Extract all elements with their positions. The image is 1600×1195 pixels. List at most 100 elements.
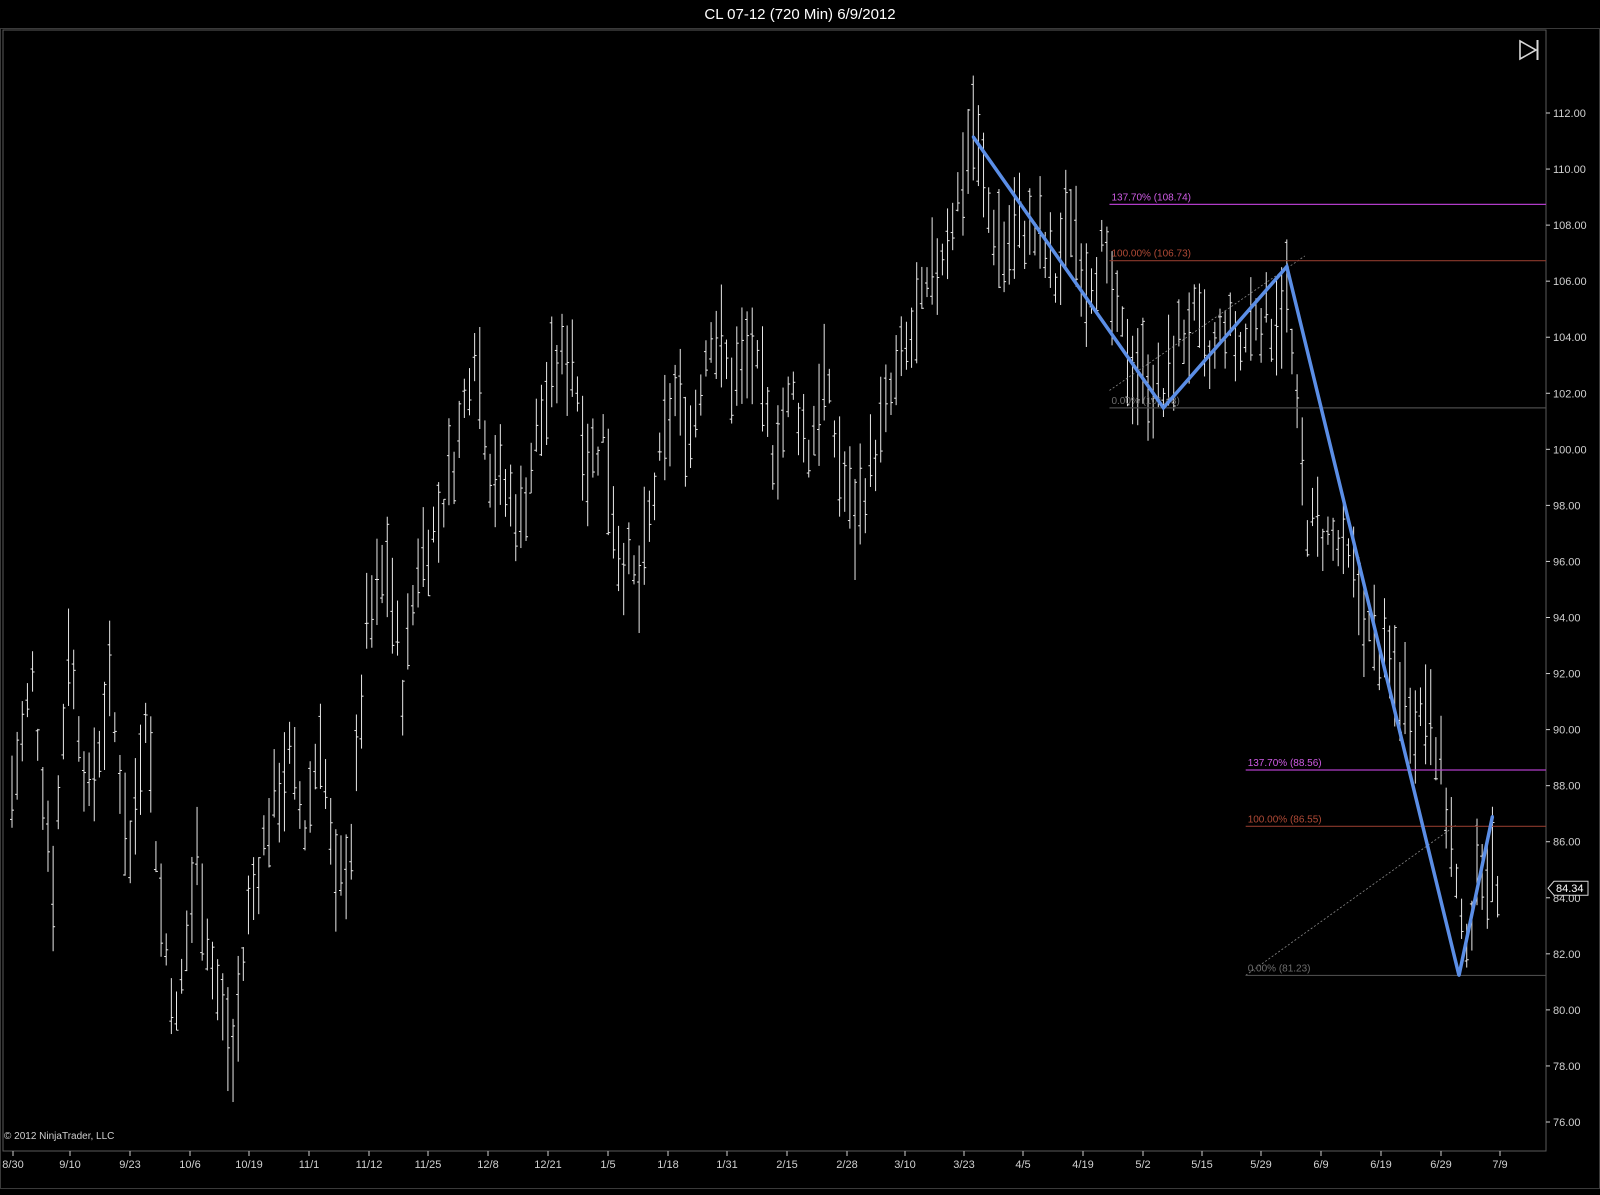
ohlc-bar <box>374 538 379 626</box>
ohlc-bar <box>811 405 816 456</box>
ohlc-bar <box>667 383 672 467</box>
fib-level-label: 0.00% (81.23) <box>1248 963 1311 974</box>
zigzag-pivot[interactable] <box>1457 973 1461 977</box>
ohlc-bar <box>128 820 133 884</box>
ohlc-bar <box>195 806 200 886</box>
ohlc-bar <box>462 378 467 418</box>
time-axis-label: 12/8 <box>477 1159 498 1171</box>
ohlc-bar <box>554 344 559 404</box>
price-bars <box>10 75 1500 1103</box>
ohlc-bar <box>164 933 169 966</box>
copyright-notice: © 2012 NinjaTrader, LLC <box>4 1131 115 1142</box>
ohlc-bar <box>596 446 601 476</box>
ohlc-bar <box>1361 585 1366 678</box>
ohlc-bar <box>498 424 503 505</box>
ohlc-bar <box>924 267 929 298</box>
time-axis-label: 12/21 <box>534 1159 562 1171</box>
time-axis-label: 1/31 <box>716 1159 737 1171</box>
ohlc-bar <box>390 557 395 654</box>
time-axis-label: 3/10 <box>894 1159 915 1171</box>
time-axis-label: 2/28 <box>836 1159 857 1171</box>
ohlc-bar <box>1284 239 1289 333</box>
ohlc-bar <box>883 364 888 433</box>
fib-level-label: 137.70% (108.74) <box>1111 192 1191 203</box>
ohlc-bar <box>313 743 318 790</box>
ohlc-bar <box>87 752 92 807</box>
zigzag-pivot[interactable] <box>1161 406 1165 410</box>
ohlc-bar <box>791 371 796 400</box>
ohlc-bar <box>1269 318 1274 362</box>
ohlc-bar <box>930 217 935 305</box>
ohlc-bar <box>960 132 965 236</box>
time-axis-label: 5/15 <box>1191 1159 1212 1171</box>
ohlc-bar <box>560 313 565 375</box>
ohlc-bar <box>148 716 153 813</box>
ohlc-bar <box>606 428 611 536</box>
ohlc-bar <box>971 75 976 181</box>
ohlc-bar <box>92 727 97 822</box>
time-axis[interactable]: 8/30 9/10 9/23 10/6 10/19 11/1 11/12 11/25 12/8 1… <box>2 1150 1546 1171</box>
ohlc-bar <box>272 749 277 818</box>
ohlc-bar <box>477 326 482 430</box>
ohlc-bar <box>544 361 549 445</box>
ohlc-bar <box>858 443 863 545</box>
time-axis-label: 11/25 <box>415 1159 442 1171</box>
price-axis-label: 82.00 <box>1553 949 1581 961</box>
ohlc-bar <box>842 451 847 512</box>
time-axis-label: 9/23 <box>119 1159 140 1171</box>
ohlc-bar <box>189 856 194 943</box>
ohlc-bar <box>1459 898 1464 939</box>
ohlc-bar <box>1320 528 1325 572</box>
ohlc-bar <box>277 762 282 843</box>
ohlc-bar <box>200 863 205 961</box>
ohlc-bar <box>1274 280 1279 376</box>
ohlc-bar <box>1135 328 1140 426</box>
ohlc-bar <box>503 469 508 517</box>
time-axis-label: 10/19 <box>235 1159 263 1171</box>
zigzag-pivot[interactable] <box>1490 814 1494 818</box>
ohlc-bar <box>1197 283 1202 348</box>
zigzag-pivot[interactable] <box>1285 265 1289 269</box>
ohlc-bar <box>482 420 487 460</box>
ohlc-bar <box>709 322 714 363</box>
ohlc-bar <box>225 987 230 1092</box>
zigzag-pivot[interactable] <box>971 135 975 139</box>
ohlc-bar <box>996 189 1001 289</box>
time-axis-label: 9/10 <box>59 1159 80 1171</box>
time-axis-label: 4/19 <box>1072 1159 1093 1171</box>
ohlc-bar <box>1310 487 1315 527</box>
ohlc-bar <box>637 545 642 634</box>
ohlc-bar <box>1166 314 1171 406</box>
ohlc-bar <box>534 398 539 452</box>
chart-canvas[interactable]: 137.70% (108.74)100.00% (106.73)0.00% (1… <box>0 28 1600 1190</box>
price-axis[interactable]: 112.00 110.00 108.00 106.00 104.00 102.00 100.… <box>1546 108 1587 1129</box>
ohlc-bar <box>1022 220 1027 270</box>
ohlc-bar <box>585 423 590 527</box>
time-axis-label: 6/9 <box>1313 1159 1328 1171</box>
ohlc-bar <box>822 323 827 421</box>
ohlc-bar <box>1449 797 1454 877</box>
ohlc-bar <box>657 432 662 461</box>
ohlc-bar <box>899 316 904 377</box>
price-axis-label: 98.00 <box>1553 500 1581 512</box>
ohlc-bar <box>112 712 117 743</box>
ohlc-bar <box>935 238 940 315</box>
skip-to-end-icon[interactable] <box>1512 36 1542 64</box>
ohlc-bar <box>601 414 606 443</box>
ohlc-bar <box>385 516 390 618</box>
ohlc-bar <box>1346 538 1351 568</box>
ohlc-bar <box>775 405 780 500</box>
ohlc-bar <box>1305 520 1310 557</box>
ohlc-bar <box>853 478 858 580</box>
ohlc-bar <box>1336 530 1341 567</box>
plot-area-border <box>2 29 1547 1152</box>
ohlc-bar <box>508 464 513 527</box>
ohlc-bar <box>847 446 852 529</box>
fibonacci-extensions[interactable]: 137.70% (108.74)100.00% (106.73)0.00% (1… <box>1109 192 1546 977</box>
ohlc-bar <box>981 132 986 218</box>
price-chart[interactable]: 137.70% (108.74) 100.00% (106.73) 0.00% (1… <box>0 28 1600 1190</box>
ohlc-bar <box>642 486 647 585</box>
ohlc-bar <box>380 544 385 604</box>
zigzag-line[interactable] <box>971 135 1495 976</box>
price-axis-label: 104.00 <box>1553 332 1587 344</box>
